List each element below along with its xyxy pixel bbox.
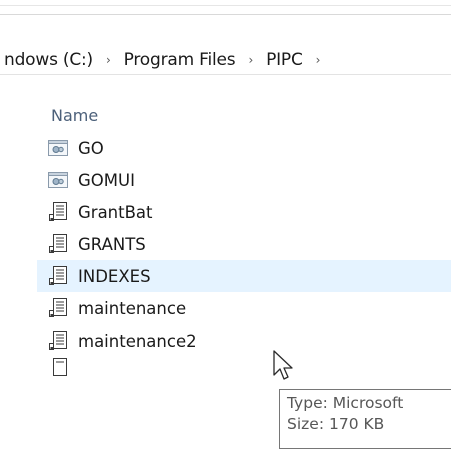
chevron-right-icon[interactable]: ›: [307, 53, 330, 67]
file-name: GrantBat: [78, 202, 153, 222]
chevron-right-icon[interactable]: ›: [239, 53, 262, 67]
tooltip-type: Type: Microsoft: [287, 394, 404, 412]
tooltip-size: Size: 170 KB: [287, 415, 385, 433]
list-item[interactable]: maintenance2: [37, 325, 451, 357]
file-explorer-window: ndows (C:) › Program Files › PIPC › Name…: [0, 0, 451, 450]
application-icon: [47, 169, 69, 191]
batch-file-icon: [47, 201, 69, 223]
window-top-edge: [0, 0, 451, 15]
file-name: GOMUI: [78, 170, 135, 190]
file-name: GO: [78, 138, 104, 158]
batch-file-icon: [47, 330, 69, 352]
application-icon: [47, 137, 69, 159]
batch-file-icon: [47, 233, 69, 255]
mouse-pointer-icon: [273, 350, 295, 384]
divider: [0, 5, 451, 6]
list-item[interactable]: GOMUI: [37, 164, 451, 196]
list-item[interactable]: GO: [37, 132, 451, 164]
batch-file-icon: [47, 265, 69, 287]
file-name: maintenance2: [78, 331, 197, 351]
list-item[interactable]: [37, 358, 451, 378]
list-item[interactable]: GrantBat: [37, 196, 451, 228]
list-item[interactable]: GRANTS: [37, 228, 451, 260]
file-name: GRANTS: [78, 234, 146, 254]
chevron-right-icon[interactable]: ›: [97, 53, 120, 67]
breadcrumb-program-files[interactable]: Program Files: [120, 50, 240, 70]
address-bar[interactable]: ndows (C:) › Program Files › PIPC ›: [0, 15, 451, 75]
breadcrumb-pipc[interactable]: PIPC: [262, 50, 307, 70]
list-item[interactable]: maintenance: [37, 292, 451, 324]
column-header-name[interactable]: Name: [51, 106, 98, 125]
breadcrumb: ndows (C:) › Program Files › PIPC ›: [0, 45, 329, 75]
file-name: maintenance: [78, 298, 187, 318]
list-item[interactable]: INDEXES: [37, 260, 451, 292]
file-name: INDEXES: [78, 266, 151, 286]
file-tooltip: Type: Microsoft Size: 170 KB: [279, 389, 451, 449]
breadcrumb-drive[interactable]: ndows (C:): [0, 50, 97, 70]
batch-file-icon: [47, 297, 69, 319]
batch-file-icon: [47, 358, 69, 378]
